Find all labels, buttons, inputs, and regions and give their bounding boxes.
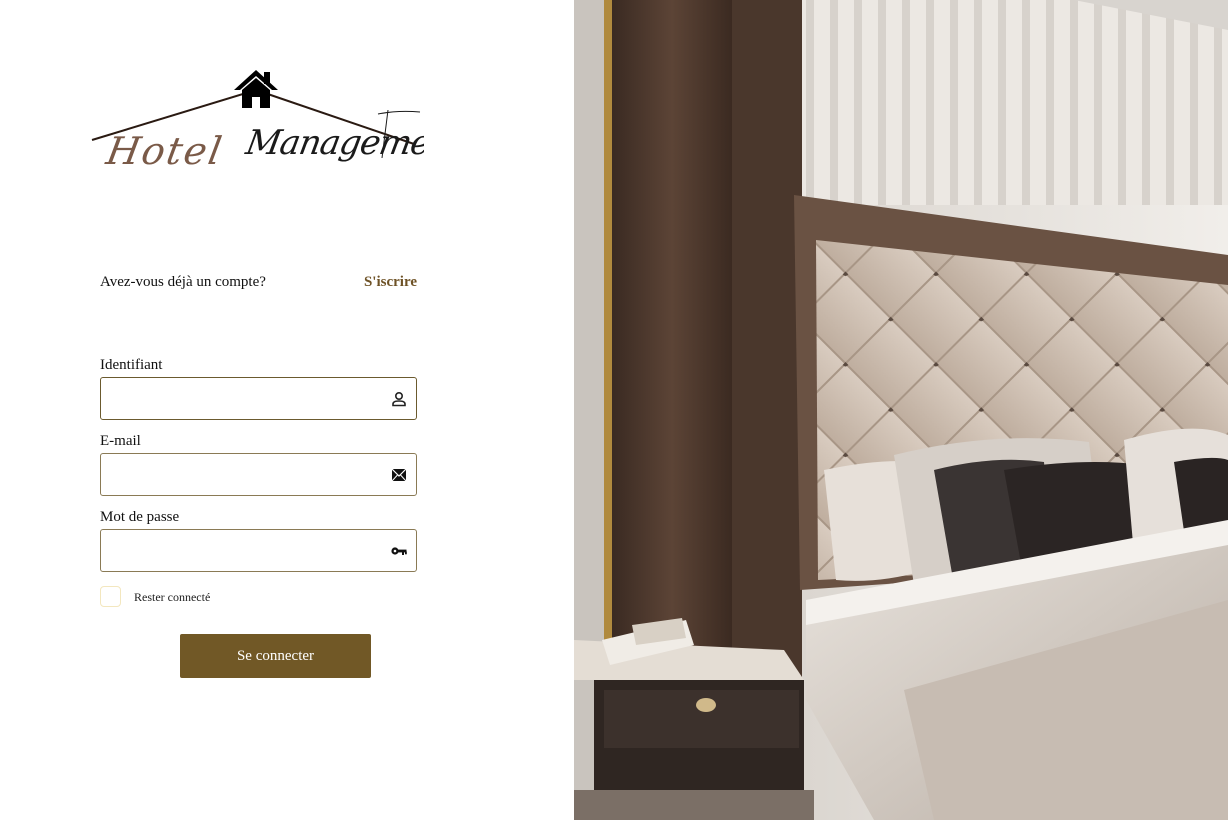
envelope-icon (390, 466, 408, 484)
hotel-bedroom-photo (574, 0, 1228, 820)
remember-checkbox[interactable] (100, 586, 121, 607)
password-label: Mot de passe (100, 509, 180, 525)
email-label: E-mail (100, 433, 141, 449)
hotel-management-logo: Hotel Management (88, 66, 424, 178)
house-icon (234, 70, 278, 108)
account-row: Avez-vous déjà un compte? S'iscrire (100, 272, 417, 292)
login-page: Hotel Management Avez-vous déjà un compt… (0, 0, 1228, 820)
password-input[interactable] (111, 538, 381, 563)
person-icon (390, 390, 408, 408)
remember-label: Rester connecté (134, 590, 211, 604)
username-label: Identifiant (100, 357, 163, 373)
password-field[interactable] (100, 529, 417, 572)
account-question: Avez-vous déjà un compte? (100, 274, 266, 290)
username-input[interactable] (111, 386, 381, 411)
email-input[interactable] (111, 462, 381, 487)
username-field[interactable] (100, 377, 417, 420)
login-panel: Hotel Management Avez-vous déjà un compt… (0, 0, 574, 820)
svg-text:Management: Management (242, 123, 424, 163)
remember-row: Rester connecté (100, 586, 300, 608)
login-button[interactable]: Se connecter (180, 634, 371, 678)
svg-text:Hotel: Hotel (102, 129, 227, 174)
email-field[interactable] (100, 453, 417, 496)
signup-link[interactable]: S'iscrire (364, 272, 417, 292)
key-icon (390, 542, 408, 560)
